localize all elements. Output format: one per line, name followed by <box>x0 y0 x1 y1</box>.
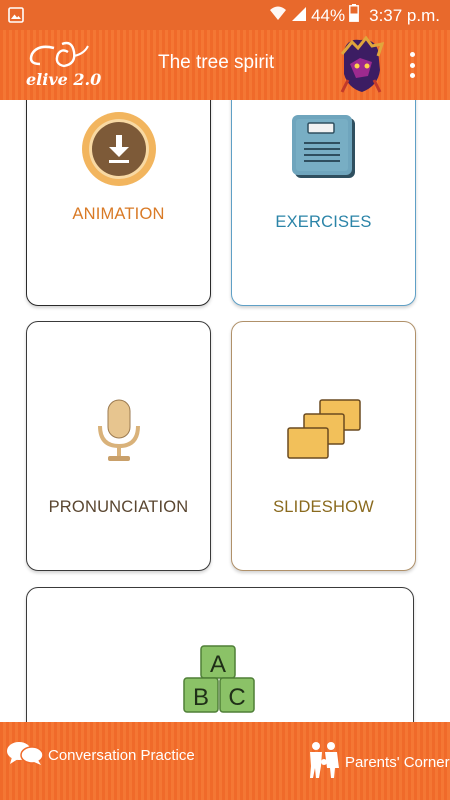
block-letter-b: B <box>193 684 209 711</box>
animation-label: ANIMATION <box>72 205 165 223</box>
parents-corner-label: Parents' Corner <box>345 753 450 771</box>
pronunciation-card[interactable]: PRONUNCIATION <box>26 321 211 571</box>
parents-corner-button[interactable]: Parents' Corner <box>307 740 450 784</box>
chat-bubbles-icon <box>6 740 44 770</box>
wifi-icon <box>269 4 287 27</box>
clock: 3:37 p.m. <box>369 5 440 25</box>
battery-icon <box>349 4 360 27</box>
exercises-label: EXERCISES <box>275 213 372 231</box>
conversation-practice-label: Conversation Practice <box>48 746 195 764</box>
exercises-card[interactable]: EXERCISES <box>231 100 416 306</box>
content-grid: ANIMATION EXERCISES PRONUNCIATION SLIDES… <box>0 100 450 722</box>
app-bar: elive 2.0 The tree spirit <box>0 30 450 100</box>
block-letter-a: A <box>210 651 226 678</box>
abc-card[interactable]: A B C <box>26 587 414 722</box>
slideshow-label: SLIDESHOW <box>273 498 374 516</box>
avatar[interactable] <box>338 35 385 96</box>
block-letter-c: C <box>228 684 245 711</box>
family-icon <box>307 740 341 784</box>
download-icon <box>81 111 157 192</box>
status-bar: 44% 3:37 p.m. <box>0 0 450 30</box>
overflow-menu-icon[interactable] <box>404 48 420 82</box>
pronunciation-label: PRONUNCIATION <box>48 498 189 516</box>
conversation-practice-button[interactable]: Conversation Practice <box>6 740 195 770</box>
battery-percent: 44% <box>311 5 346 25</box>
elive-logo[interactable]: elive 2.0 <box>24 40 104 92</box>
logo-text: elive 2.0 <box>26 70 102 89</box>
microphone-icon <box>96 398 142 469</box>
slides-icon <box>286 398 362 469</box>
slideshow-card[interactable]: SLIDESHOW <box>231 321 416 571</box>
abc-blocks-icon: A B C <box>182 644 258 722</box>
animation-card[interactable]: ANIMATION <box>26 100 211 306</box>
page-title: The tree spirit <box>158 52 275 73</box>
notebook-icon <box>291 115 356 184</box>
signal-icon <box>291 4 307 27</box>
bottom-nav: Conversation Practice Parents' Corner <box>0 722 450 800</box>
gallery-icon <box>8 7 24 28</box>
